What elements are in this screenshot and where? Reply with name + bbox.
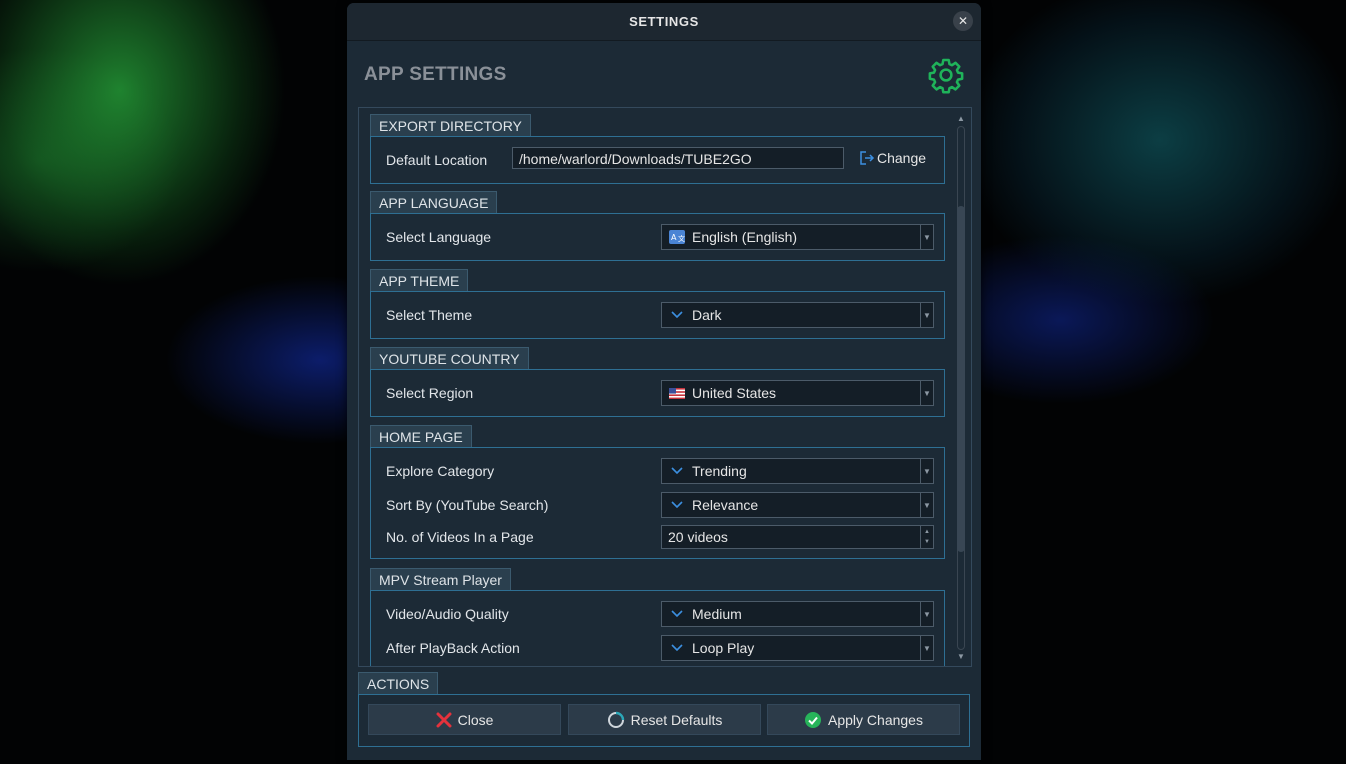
- language-value: English (English): [692, 229, 798, 245]
- language-combobox[interactable]: A文 English (English) ▼: [661, 224, 934, 250]
- section-label: APP THEME: [370, 269, 469, 292]
- gear-icon: [928, 58, 964, 94]
- app-language-section: APP LANGUAGE Select Language A文 English …: [370, 191, 945, 263]
- window-title: SETTINGS: [629, 14, 699, 29]
- svg-text:A: A: [671, 233, 677, 242]
- chevron-down-icon: [666, 609, 688, 619]
- section-body: Select Language A文 English (English) ▼: [370, 213, 945, 261]
- select-theme-label: Select Theme: [386, 307, 473, 323]
- section-label: EXPORT DIRECTORY: [370, 114, 531, 137]
- dropdown-arrow-icon: ▼: [920, 459, 933, 483]
- quality-value: Medium: [692, 606, 742, 622]
- scroll-up-icon[interactable]: ▲: [955, 114, 967, 124]
- export-path-input[interactable]: /home/warlord/Downloads/TUBE2GO: [512, 147, 844, 169]
- sort-by-combobox[interactable]: Relevance ▼: [661, 492, 934, 518]
- spin-arrows-icon[interactable]: ▲ ▼: [920, 526, 933, 548]
- export-icon: [860, 151, 875, 165]
- videos-per-page-label: No. of Videos In a Page: [386, 529, 534, 545]
- change-button-label: Change: [877, 150, 927, 166]
- after-playback-combobox[interactable]: Loop Play ▼: [661, 635, 934, 661]
- close-button[interactable]: Close: [368, 704, 561, 735]
- scroll-down-icon[interactable]: ▼: [955, 652, 967, 662]
- section-body: Close Reset Defaults Apply Changes: [358, 694, 970, 747]
- us-flag-icon: [666, 387, 688, 399]
- theme-value: Dark: [692, 307, 722, 323]
- explore-category-value: Trending: [692, 463, 747, 479]
- section-label: MPV Stream Player: [370, 568, 511, 591]
- close-button-label: Close: [457, 711, 494, 728]
- theme-combobox[interactable]: Dark ▼: [661, 302, 934, 328]
- region-value: United States: [692, 385, 777, 401]
- reset-button-label: Reset Defaults: [630, 711, 723, 728]
- mpv-stream-player-section: MPV Stream Player Video/Audio Quality Me…: [370, 568, 945, 666]
- dropdown-arrow-icon: ▼: [920, 493, 933, 517]
- chevron-down-icon: [666, 466, 688, 476]
- select-language-label: Select Language: [386, 229, 492, 245]
- settings-window: SETTINGS ✕ APP SETTINGS EXPORT DIRECTORY…: [347, 3, 981, 760]
- videos-per-page-value: 20 videos: [668, 529, 728, 545]
- after-playback-value: Loop Play: [692, 640, 755, 656]
- reset-icon: [607, 711, 624, 728]
- region-combobox[interactable]: United States ▼: [661, 380, 934, 406]
- dropdown-arrow-icon: ▼: [920, 602, 933, 626]
- quality-combobox[interactable]: Medium ▼: [661, 601, 934, 627]
- section-label: YOUTUBE COUNTRY: [370, 347, 529, 370]
- explore-category-combobox[interactable]: Trending ▼: [661, 458, 934, 484]
- section-label: HOME PAGE: [370, 425, 472, 448]
- export-directory-section: EXPORT DIRECTORY Default Location /home/…: [370, 114, 945, 184]
- chevron-down-icon: [666, 500, 688, 510]
- dropdown-arrow-icon: ▼: [920, 225, 933, 249]
- check-circle-icon: [805, 711, 822, 728]
- dropdown-arrow-icon: ▼: [920, 303, 933, 327]
- dropdown-arrow-icon: ▼: [920, 381, 933, 405]
- settings-scroll-area[interactable]: EXPORT DIRECTORY Default Location /home/…: [358, 107, 972, 667]
- translate-icon: A文: [666, 230, 688, 244]
- chevron-down-icon: [666, 643, 688, 653]
- app-theme-section: APP THEME Select Theme Dark ▼: [370, 269, 945, 341]
- dropdown-arrow-icon: ▼: [920, 636, 933, 660]
- close-icon: [436, 712, 452, 727]
- default-location-label: Default Location: [386, 152, 488, 168]
- window-close-icon[interactable]: ✕: [953, 11, 973, 31]
- sort-by-value: Relevance: [692, 497, 759, 513]
- home-page-section: HOME PAGE Explore Category Trending ▼ So…: [370, 425, 945, 560]
- explore-category-label: Explore Category: [386, 463, 495, 479]
- section-body: Select Region United States ▼: [370, 369, 945, 417]
- change-directory-button[interactable]: Change: [857, 147, 926, 169]
- section-body: Explore Category Trending ▼ Sort By (You…: [370, 447, 945, 559]
- svg-text:文: 文: [678, 234, 685, 243]
- chevron-down-icon: [666, 310, 688, 320]
- youtube-country-section: YOUTUBE COUNTRY Select Region United Sta…: [370, 347, 945, 419]
- page-title: APP SETTINGS: [364, 64, 507, 85]
- section-body: Default Location /home/warlord/Downloads…: [370, 136, 945, 184]
- scroll-thumb[interactable]: [957, 206, 965, 552]
- section-label: ACTIONS: [358, 672, 439, 695]
- section-body: Video/Audio Quality Medium ▼ After PlayB…: [370, 590, 945, 666]
- videos-per-page-spinbox[interactable]: 20 videos ▲ ▼: [661, 525, 934, 549]
- title-bar[interactable]: SETTINGS ✕: [347, 3, 981, 41]
- section-body: Select Theme Dark ▼: [370, 291, 945, 339]
- after-playback-label: After PlayBack Action: [386, 640, 520, 656]
- vertical-scrollbar[interactable]: ▲ ▼: [955, 114, 967, 662]
- video-audio-quality-label: Video/Audio Quality: [386, 606, 509, 622]
- sort-by-label: Sort By (YouTube Search): [386, 497, 549, 513]
- apply-button-label: Apply Changes: [828, 711, 923, 728]
- reset-defaults-button[interactable]: Reset Defaults: [568, 704, 761, 735]
- select-region-label: Select Region: [386, 385, 474, 401]
- apply-changes-button[interactable]: Apply Changes: [767, 704, 960, 735]
- section-label: APP LANGUAGE: [370, 191, 498, 214]
